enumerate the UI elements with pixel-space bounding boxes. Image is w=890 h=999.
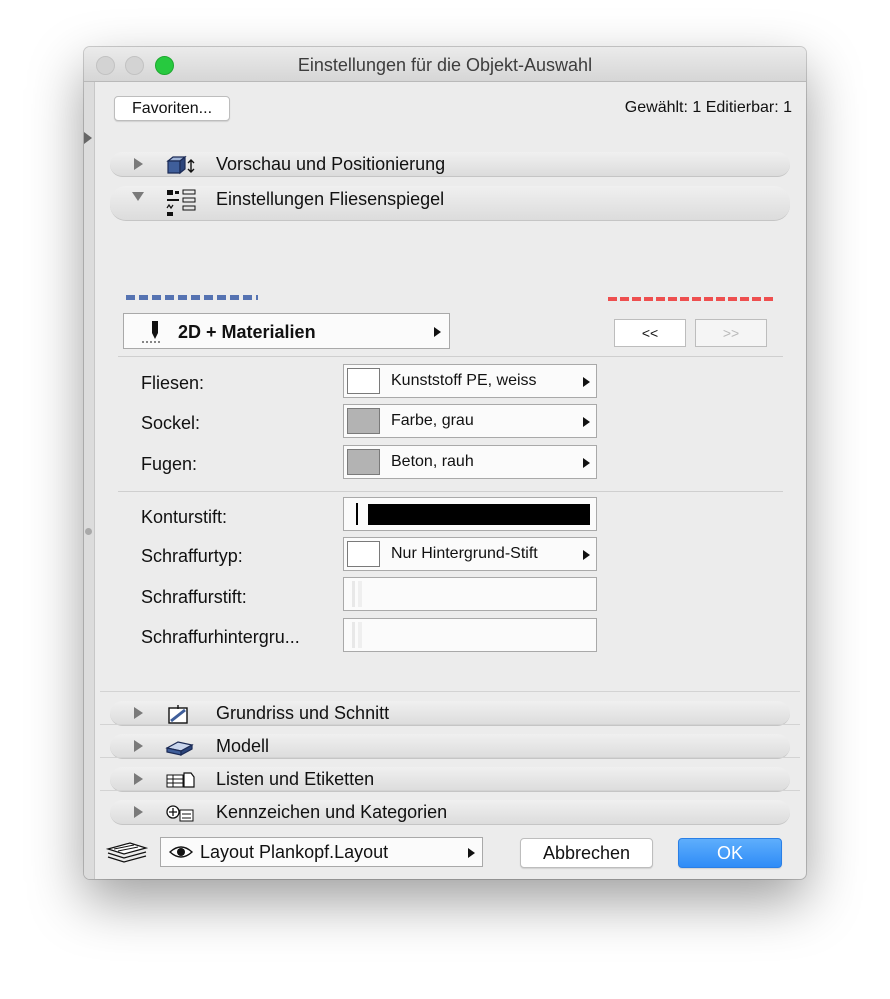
- menu-arrow-icon: [434, 327, 441, 337]
- material-swatch: [347, 368, 380, 394]
- panel-label: Einstellungen Fliesenspiegel: [216, 189, 445, 209]
- joints-material-dropdown[interactable]: Beton, rauh: [343, 445, 597, 479]
- panel-model[interactable]: Modell: [110, 734, 790, 759]
- hatch-pen-label: Schraffurstift:: [141, 587, 247, 607]
- pen-weight-mark: [352, 581, 355, 607]
- menu-arrow-icon: [583, 377, 590, 387]
- menu-arrow-icon: [468, 848, 475, 858]
- category-dropdown[interactable]: 2D + Materialien: [123, 313, 450, 349]
- tiles-material-dropdown[interactable]: Kunststoff PE, weiss: [343, 364, 597, 398]
- selection-count: Gewählt: 1 Editierbar: 1: [624, 99, 792, 116]
- base-label: Sockel:: [141, 413, 201, 433]
- disclosure-right-icon[interactable]: [134, 740, 143, 752]
- model-icon: [165, 741, 194, 757]
- material-swatch: [347, 408, 380, 434]
- material-value: Kunststoff PE, weiss: [391, 372, 537, 389]
- panel-tags-categories[interactable]: Kennzeichen und Kategorien: [110, 800, 790, 825]
- material-swatch: [347, 449, 380, 475]
- menu-arrow-icon: [583, 417, 590, 427]
- panel-label: Vorschau und Positionierung: [216, 154, 446, 174]
- list-label-icon: [166, 772, 195, 788]
- hatch-type-label: Schraffurtyp:: [141, 546, 243, 566]
- disclosure-down-icon[interactable]: [132, 192, 144, 201]
- dialog-footer: Layout Plankopf.Layout Abbrechen OK: [84, 823, 806, 879]
- disclosure-right-icon[interactable]: [134, 707, 143, 719]
- tiles-label: Fliesen:: [141, 373, 205, 393]
- pen-color-bar: [368, 504, 590, 525]
- divider: [100, 790, 800, 791]
- settings-dialog: Einstellungen für die Objekt-Auswahl Fav…: [84, 47, 806, 879]
- hatch-pen-field[interactable]: [343, 577, 597, 611]
- preview-graphic-fragment: [126, 295, 258, 300]
- drawer-handle-icon[interactable]: [85, 528, 92, 535]
- menu-arrow-icon: [583, 458, 590, 468]
- previous-page-button[interactable]: <<: [614, 319, 686, 347]
- pen-weight-mark: [358, 581, 362, 607]
- panel-lists-labels[interactable]: Listen und Etiketten: [110, 767, 790, 792]
- hatch-background-field[interactable]: [343, 618, 597, 652]
- preview-graphic-fragment-red: [608, 297, 774, 301]
- menu-arrow-icon: [583, 550, 590, 560]
- layer-combination-dropdown[interactable]: Layout Plankopf.Layout: [160, 837, 483, 867]
- material-value: Beton, rauh: [391, 453, 474, 470]
- cancel-button[interactable]: Abbrechen: [520, 838, 653, 868]
- disclosure-right-icon[interactable]: [134, 773, 143, 785]
- layout-value: Layout Plankopf.Layout: [200, 842, 389, 862]
- contour-pen-field[interactable]: [343, 497, 597, 531]
- divider: [118, 356, 783, 357]
- favorites-button[interactable]: Favoriten...: [114, 96, 230, 121]
- panel-label: Listen und Etiketten: [216, 769, 375, 789]
- tag-category-icon: [166, 805, 194, 822]
- drawer-expand-icon[interactable]: [84, 132, 92, 144]
- disclosure-right-icon[interactable]: [134, 158, 143, 170]
- panel-label: Modell: [216, 736, 270, 756]
- pen-weight-mark: [358, 622, 362, 648]
- contour-pen-label: Konturstift:: [141, 507, 228, 527]
- ok-button[interactable]: OK: [678, 838, 782, 868]
- divider: [118, 491, 783, 492]
- pen-icon: [142, 321, 160, 343]
- category-label: 2D + Materialien: [178, 322, 316, 342]
- hatch-type-value: Nur Hintergrund-Stift: [391, 545, 538, 562]
- layers-icon[interactable]: [106, 839, 148, 863]
- divider: [100, 691, 800, 692]
- settings-list-icon: [166, 189, 196, 216]
- panel-label: Kennzeichen und Kategorien: [216, 802, 448, 822]
- box-position-icon: [166, 155, 195, 175]
- divider: [100, 757, 800, 758]
- window-title: Einstellungen für die Objekt-Auswahl: [297, 55, 593, 75]
- divider: [100, 724, 800, 725]
- base-material-dropdown[interactable]: Farbe, grau: [343, 404, 597, 438]
- pen-weight-mark: [356, 503, 358, 525]
- joints-label: Fugen:: [141, 454, 198, 474]
- hatch-background-label: Schraffurhintergru...: [141, 627, 300, 647]
- next-page-button[interactable]: >>: [695, 319, 767, 347]
- material-value: Farbe, grau: [391, 412, 474, 429]
- side-drawer-strip[interactable]: [84, 82, 95, 879]
- pen-weight-mark: [352, 622, 355, 648]
- hatch-type-dropdown[interactable]: Nur Hintergrund-Stift: [343, 537, 597, 571]
- panel-tile-settings[interactable]: Einstellungen Fliesenspiegel: [110, 186, 790, 221]
- panel-label: Grundriss und Schnitt: [216, 703, 390, 723]
- floorplan-section-icon: [168, 705, 188, 724]
- disclosure-right-icon[interactable]: [134, 806, 143, 818]
- panel-floorplan-section[interactable]: Grundriss und Schnitt: [110, 701, 790, 726]
- eye-icon: [169, 846, 193, 858]
- title-bar: Einstellungen für die Objekt-Auswahl: [84, 47, 806, 82]
- hatch-swatch: [347, 541, 380, 567]
- panel-preview-positioning[interactable]: Vorschau und Positionierung: [110, 152, 790, 177]
